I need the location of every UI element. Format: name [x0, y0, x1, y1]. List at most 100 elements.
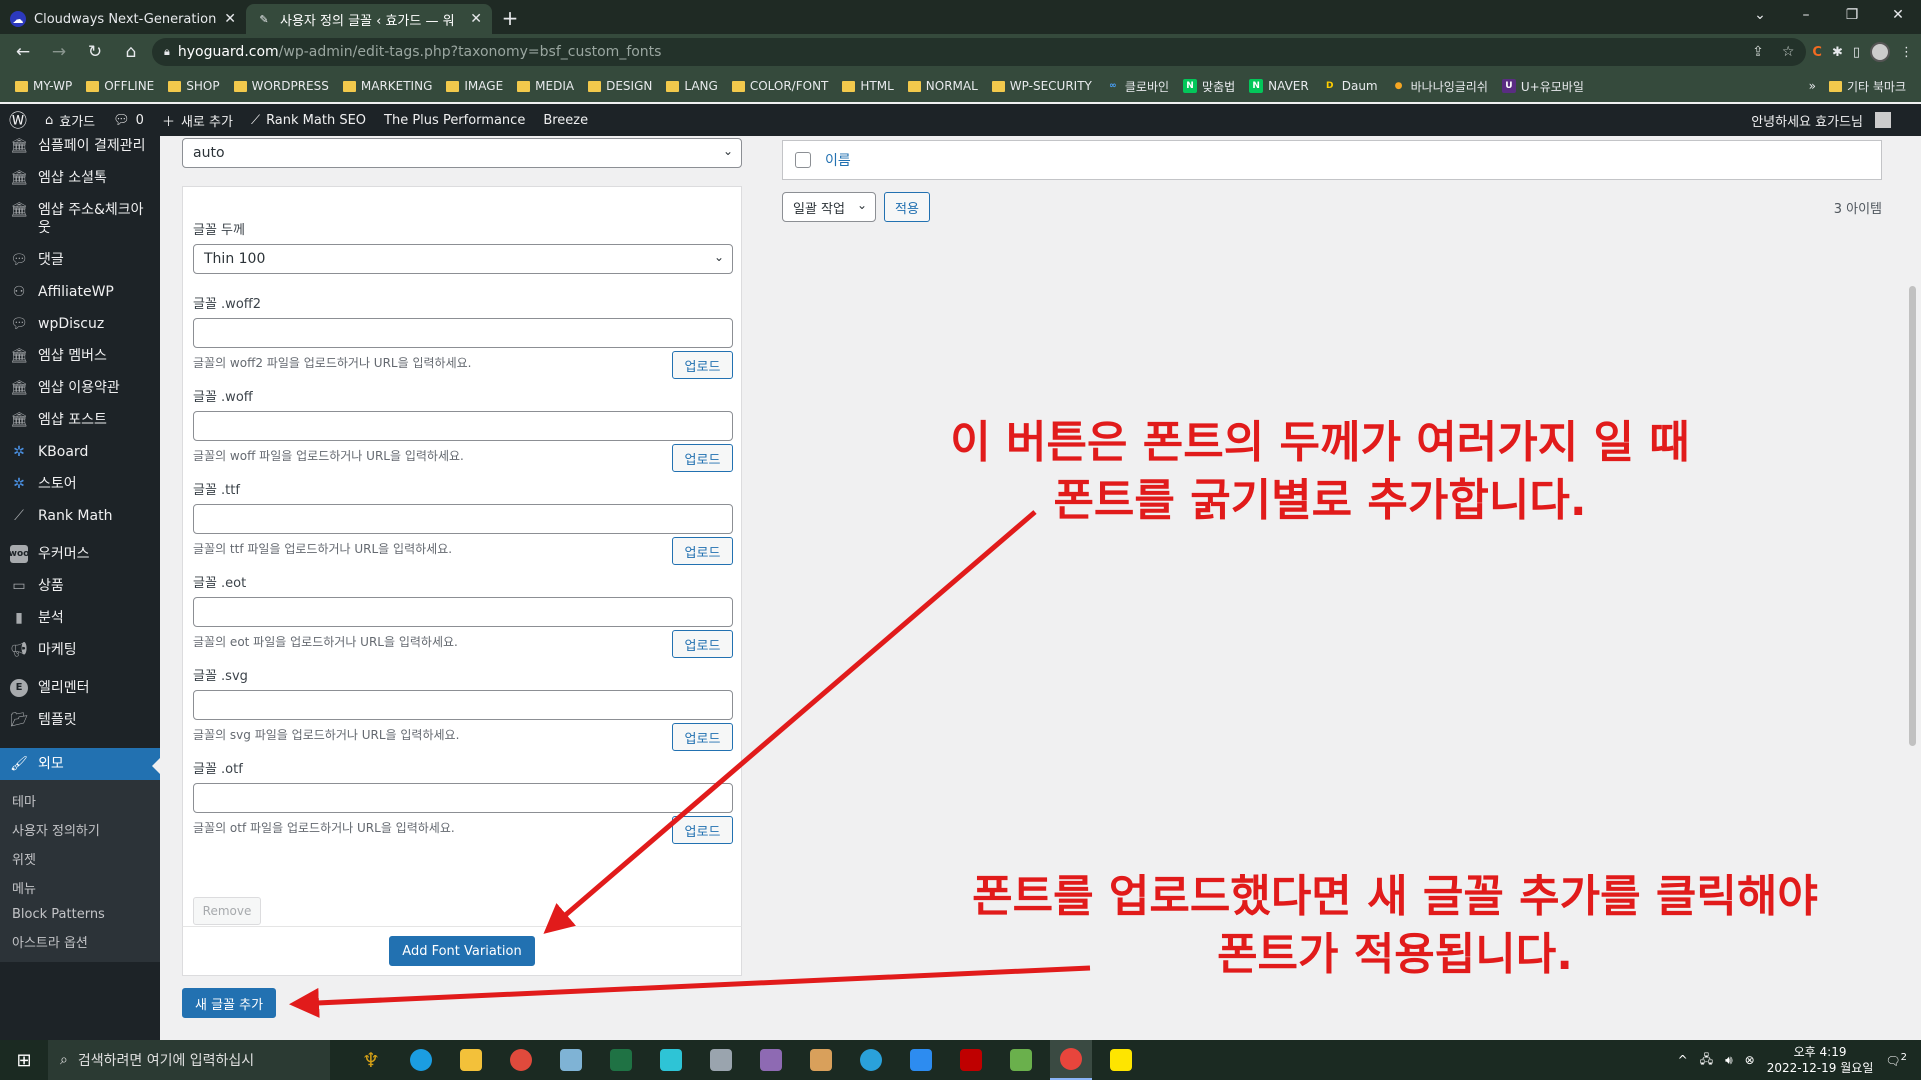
upload-ttf-button[interactable]: 업로드	[672, 537, 733, 565]
submenu-item-block-patterns[interactable]: Block Patterns	[0, 902, 160, 927]
bookmark-folder[interactable]: SHOP	[161, 79, 226, 93]
bookmark-link[interactable]: U U+유모바일	[1495, 78, 1591, 95]
other-bookmarks-folder[interactable]: 기타 북마크	[1822, 78, 1913, 95]
site-name-link[interactable]: ⌂ 효가드	[36, 104, 104, 136]
restore-icon[interactable]: ❐	[1829, 0, 1875, 30]
upload-eot-button[interactable]: 업로드	[672, 630, 733, 658]
ttf-url-input[interactable]	[193, 504, 733, 534]
sidebar-item-templates[interactable]: 📂︎ 템플릿	[0, 704, 160, 736]
submenu-item-themes[interactable]: 테마	[0, 786, 160, 815]
bookmark-link[interactable]: N 맞춤법	[1176, 78, 1242, 95]
back-arrow-icon[interactable]: ←	[8, 37, 38, 67]
telegram-icon[interactable]	[850, 1040, 892, 1080]
woff-url-input[interactable]	[193, 411, 733, 441]
bookmark-folder[interactable]: IMAGE	[439, 79, 510, 93]
calculator-icon[interactable]	[700, 1040, 742, 1080]
bulk-action-select[interactable]: 일괄 작업 ⌄	[782, 192, 876, 222]
screen-recorder-icon[interactable]	[900, 1040, 942, 1080]
bookmark-folder[interactable]: WORDPRESS	[227, 79, 336, 93]
comments-link[interactable]: 💬︎ 0	[104, 104, 153, 136]
close-window-icon[interactable]: ✕	[1875, 0, 1921, 30]
new-content-link[interactable]: ＋ 새로 추가	[153, 104, 242, 136]
tab-custom-fonts[interactable]: ✎ 사용자 정의 글꼴 ‹ 효가드 — 워 ✕	[246, 4, 492, 34]
candelabra-app-icon[interactable]: ♆	[350, 1040, 392, 1080]
extension-c-icon[interactable]: C	[1812, 45, 1822, 60]
sidebar-item-members[interactable]: 🏛︎ 엠샵 멤버스	[0, 340, 160, 372]
chrome-icon[interactable]	[1050, 1040, 1092, 1080]
upload-woff2-button[interactable]: 업로드	[672, 351, 733, 379]
file-explorer-icon[interactable]	[450, 1040, 492, 1080]
bird-app-icon[interactable]	[650, 1040, 692, 1080]
sidebar-item-appearance[interactable]: 🖌︎ 외모	[0, 748, 160, 780]
wordpress-logo-icon[interactable]: Ⓦ	[0, 104, 36, 136]
tab-search-icon[interactable]: ⌄	[1737, 0, 1783, 30]
taskbar-search[interactable]: ⌕ 검색하려면 여기에 입력하십시	[48, 1040, 330, 1080]
upload-svg-button[interactable]: 업로드	[672, 723, 733, 751]
capture-app-icon[interactable]	[500, 1040, 542, 1080]
upload-woff-button[interactable]: 업로드	[672, 444, 733, 472]
sidebar-item-wpdiscuz[interactable]: 💬︎ wpDiscuz	[0, 308, 160, 340]
sidebar-item-comments[interactable]: 💬︎ 댓글	[0, 244, 160, 276]
bookmark-link[interactable]: N NAVER	[1242, 79, 1316, 93]
bookmark-folder[interactable]: NORMAL	[901, 79, 985, 93]
notes-app-icon[interactable]	[550, 1040, 592, 1080]
taskbar-clock[interactable]: 오후 4:19 2022-12-19 월요일	[1767, 1044, 1874, 1076]
sidebar-item-analytics[interactable]: ▮ 분석	[0, 602, 160, 634]
profile-avatar[interactable]	[1870, 42, 1890, 62]
woff2-url-input[interactable]	[193, 318, 733, 348]
scrollbar-thumb[interactable]	[1909, 286, 1916, 746]
bookmark-folder[interactable]: MEDIA	[510, 79, 581, 93]
package-app-icon[interactable]	[1000, 1040, 1042, 1080]
bookmark-star-icon[interactable]: ☆	[1782, 44, 1795, 60]
sidebar-item-rank-math[interactable]: ⟋ Rank Math	[0, 500, 160, 532]
eot-url-input[interactable]	[193, 597, 733, 627]
bookmark-folder[interactable]: MARKETING	[336, 79, 440, 93]
excel-icon[interactable]	[600, 1040, 642, 1080]
bookmark-folder[interactable]: LANG	[659, 79, 724, 93]
submenu-item-customize[interactable]: 사용자 정의하기	[0, 815, 160, 844]
sidebar-item-store[interactable]: ✲ 스토어	[0, 468, 160, 500]
sidebar-item-woocommerce[interactable]: woo 우커머스	[0, 538, 160, 570]
share-icon[interactable]: ⇪	[1752, 44, 1764, 60]
the-plus-performance-link[interactable]: The Plus Performance	[375, 104, 534, 136]
side-panel-icon[interactable]: ▯	[1853, 45, 1860, 60]
forward-arrow-icon[interactable]: →	[44, 37, 74, 67]
sidebar-item-marketing[interactable]: 📢︎ 마케팅	[0, 634, 160, 666]
sidebar-item-post[interactable]: 🏛︎ 엠샵 포스트	[0, 404, 160, 436]
upload-otf-button[interactable]: 업로드	[672, 816, 733, 844]
sidebar-item-address-checkout[interactable]: 🏛︎ 엠샵 주소&체크아웃	[0, 194, 160, 244]
font-display-select[interactable]: auto ⌄	[182, 138, 742, 168]
bookmark-folder[interactable]: OFFLINE	[79, 79, 161, 93]
close-tab-icon[interactable]: ✕	[470, 11, 482, 27]
add-new-font-button[interactable]: 새 글꼴 추가	[182, 988, 277, 1018]
network-icon[interactable]: 🖧︎	[1700, 1050, 1713, 1071]
mute-mic-icon[interactable]: ⊗	[1745, 1053, 1755, 1067]
close-tab-icon[interactable]: ✕	[224, 11, 236, 27]
bookmark-folder[interactable]: MY-WP	[8, 79, 79, 93]
sidebar-item-elementor[interactable]: E 엘리멘터	[0, 672, 160, 704]
windows-start-icon[interactable]: ⊞	[0, 1040, 48, 1080]
remove-variation-button[interactable]: Remove	[193, 897, 261, 925]
sidebar-item-kboard[interactable]: ✲ KBoard	[0, 436, 160, 468]
select-all-checkbox[interactable]	[795, 152, 811, 168]
edge-icon[interactable]	[400, 1040, 442, 1080]
notification-icon[interactable]: 🗨︎2	[1885, 1052, 1907, 1068]
menu-kebab-icon[interactable]: ⋮	[1900, 45, 1913, 60]
apply-button[interactable]: 적용	[884, 192, 930, 222]
sidebar-item-socialtalk[interactable]: 🏛︎ 엠샵 소셜톡	[0, 162, 160, 194]
extensions-puzzle-icon[interactable]: ✱	[1832, 45, 1843, 60]
submenu-item-widgets[interactable]: 위젯	[0, 844, 160, 873]
submenu-item-astra-options[interactable]: 아스트라 옵션	[0, 927, 160, 956]
submenu-item-menus[interactable]: 메뉴	[0, 873, 160, 902]
sidebar-item-products[interactable]: ▭ 상품	[0, 570, 160, 602]
bookmark-link[interactable]: D Daum	[1316, 79, 1385, 93]
bookmark-folder[interactable]: DESIGN	[581, 79, 659, 93]
rank-math-seo-link[interactable]: ⟋ Rank Math SEO	[242, 104, 375, 136]
kakaotalk-icon[interactable]	[1100, 1040, 1142, 1080]
bookmark-link[interactable]: ● 바나나잉글리쉬	[1385, 78, 1495, 95]
image-app-icon[interactable]	[750, 1040, 792, 1080]
column-header-name[interactable]: 이름	[825, 150, 851, 170]
tray-overflow-chevron-icon[interactable]: ^	[1678, 1053, 1688, 1067]
home-icon[interactable]: ⌂	[116, 37, 146, 67]
account-menu[interactable]: 안녕하세요 효가드님	[1742, 104, 1921, 136]
